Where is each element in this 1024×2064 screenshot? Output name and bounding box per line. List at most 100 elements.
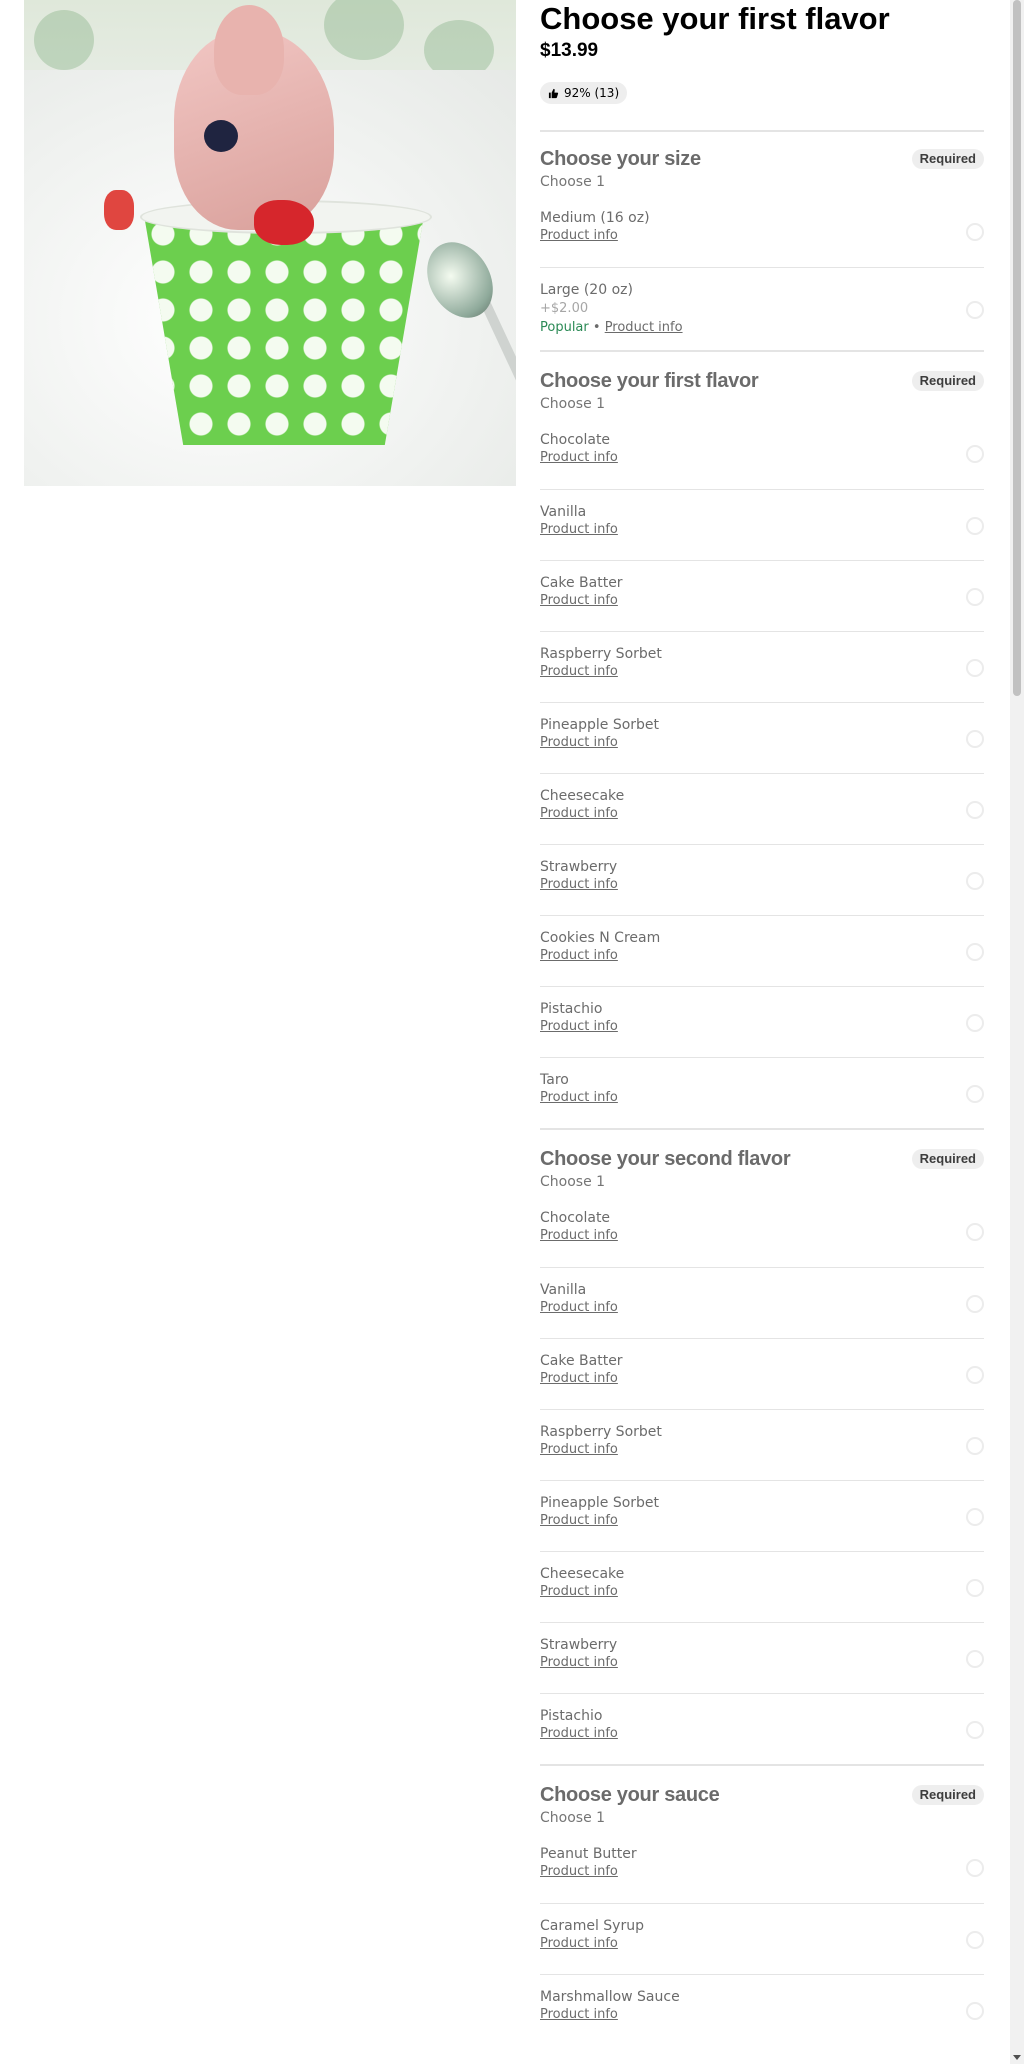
option-meta: Product info xyxy=(540,1654,984,1672)
radio-button[interactable] xyxy=(966,1507,984,1526)
radio-button[interactable] xyxy=(966,222,984,241)
option-meta: Product info xyxy=(540,1512,984,1530)
radio-button[interactable] xyxy=(966,800,984,819)
polka-dot-cup xyxy=(144,215,424,445)
option-name: Large (20 oz) xyxy=(540,282,633,298)
product-info-link[interactable]: Product info xyxy=(540,806,618,821)
popular-tag: Popular xyxy=(540,320,589,335)
product-info-link[interactable]: Product info xyxy=(605,320,683,335)
radio-button[interactable] xyxy=(966,1720,984,1739)
option-name: Taro xyxy=(540,1072,569,1088)
radio-button[interactable] xyxy=(966,942,984,961)
radio-button[interactable] xyxy=(966,1858,984,1877)
option-row[interactable]: Chocolate Product info xyxy=(540,1196,984,1267)
option-row[interactable]: Large (20 oz) +$2.00 Popular • Product inf… xyxy=(540,267,984,350)
background-bokeh xyxy=(34,10,94,70)
product-info-link[interactable]: Product info xyxy=(540,1300,618,1315)
option-row[interactable]: Cheesecake Product info xyxy=(540,1551,984,1622)
product-info-link[interactable]: Product info xyxy=(540,877,618,892)
section-subtitle: Choose 1 xyxy=(540,1174,606,1190)
product-price: $13.99 xyxy=(540,40,599,61)
option-name: Cake Batter xyxy=(540,1353,623,1369)
product-info-link[interactable]: Product info xyxy=(540,1864,618,1879)
product-info-link[interactable]: Product info xyxy=(540,228,618,243)
option-meta: Product info xyxy=(540,876,984,894)
product-info-link[interactable]: Product info xyxy=(540,522,618,537)
option-sections: Choose your size Required Choose 1 Medium (… xyxy=(540,130,984,2045)
radio-button[interactable] xyxy=(966,658,984,677)
option-meta: Product info xyxy=(540,2006,984,2024)
radio-button[interactable] xyxy=(966,1084,984,1103)
radio-button[interactable] xyxy=(966,300,984,319)
option-row[interactable]: Cookies N Cream Product info xyxy=(540,915,984,986)
radio-button[interactable] xyxy=(966,2001,984,2020)
product-info-link[interactable]: Product info xyxy=(540,2007,618,2022)
product-info-link[interactable]: Product info xyxy=(540,1090,618,1105)
section-header: Choose your size Required xyxy=(540,147,984,171)
option-row[interactable]: Taro Product info xyxy=(540,1057,984,1128)
option-name: Cookies N Cream xyxy=(540,930,661,946)
product-info-link[interactable]: Product info xyxy=(540,1936,618,1951)
option-row[interactable]: Cheesecake Product info xyxy=(540,773,984,844)
option-row[interactable]: Cake Batter Product info xyxy=(540,560,984,631)
radio-button[interactable] xyxy=(966,1294,984,1313)
option-row[interactable]: Raspberry Sorbet Product info xyxy=(540,631,984,702)
option-row[interactable]: Caramel Syrup Product info xyxy=(540,1903,984,1974)
radio-button[interactable] xyxy=(966,587,984,606)
radio-button[interactable] xyxy=(966,1930,984,1949)
product-info-link[interactable]: Product info xyxy=(540,450,618,465)
page-title: Choose your first flavor xyxy=(540,1,890,36)
product-info-link[interactable]: Product info xyxy=(540,593,618,608)
option-meta: Product info xyxy=(540,1018,984,1036)
option-row[interactable]: Strawberry Product info xyxy=(540,844,984,915)
option-row[interactable]: Chocolate Product info xyxy=(540,418,984,489)
scrollbar-thumb[interactable] xyxy=(1013,0,1021,696)
option-name: Marshmallow Sauce xyxy=(540,1989,680,2005)
option-name: Strawberry xyxy=(540,1637,618,1653)
option-row[interactable]: Pineapple Sorbet Product info xyxy=(540,702,984,773)
product-info-link[interactable]: Product info xyxy=(540,1584,618,1599)
option-row[interactable]: Peanut Butter Product info xyxy=(540,1832,984,1903)
radio-button[interactable] xyxy=(966,1222,984,1241)
radio-button[interactable] xyxy=(966,1578,984,1597)
product-info-link[interactable]: Product info xyxy=(540,664,618,679)
option-row[interactable]: Medium (16 oz) Product info xyxy=(540,196,984,267)
radio-button[interactable] xyxy=(966,871,984,890)
option-row[interactable]: Pistachio Product info xyxy=(540,1693,984,1764)
product-info-link[interactable]: Product info xyxy=(540,1513,618,1528)
radio-button[interactable] xyxy=(966,444,984,463)
scrollbar[interactable] xyxy=(1010,0,1024,2064)
radio-button[interactable] xyxy=(966,1649,984,1668)
product-image xyxy=(24,0,516,486)
product-info-link[interactable]: Product info xyxy=(540,948,618,963)
product-info-link[interactable]: Product info xyxy=(540,1228,618,1243)
product-info-link[interactable]: Product info xyxy=(540,1019,618,1034)
product-info-link[interactable]: Product info xyxy=(540,1726,618,1741)
option-row[interactable]: Pineapple Sorbet Product info xyxy=(540,1480,984,1551)
option-row[interactable]: Strawberry Product info xyxy=(540,1622,984,1693)
radio-button[interactable] xyxy=(966,516,984,535)
option-list: Peanut Butter Product info Caramel Syrup Pr… xyxy=(540,1832,984,2045)
product-info-link[interactable]: Product info xyxy=(540,735,618,750)
option-row[interactable]: Raspberry Sorbet Product info xyxy=(540,1409,984,1480)
scroll-down-arrow-icon[interactable] xyxy=(1013,2055,1021,2060)
product-info-link[interactable]: Product info xyxy=(540,1655,618,1670)
option-row[interactable]: Marshmallow Sauce Product info xyxy=(540,1974,984,2045)
option-name: Caramel Syrup xyxy=(540,1918,644,1934)
radio-button[interactable] xyxy=(966,729,984,748)
product-info-link[interactable]: Product info xyxy=(540,1371,618,1386)
option-row[interactable]: Vanilla Product info xyxy=(540,1267,984,1338)
option-meta: Product info xyxy=(540,1370,984,1388)
required-badge: Required xyxy=(911,1785,984,1805)
option-list: Medium (16 oz) Product info Large (20 oz) +… xyxy=(540,196,984,350)
option-meta: Product info xyxy=(540,1441,984,1459)
option-row[interactable]: Cake Batter Product info xyxy=(540,1338,984,1409)
option-row[interactable]: Vanilla Product info xyxy=(540,489,984,560)
option-meta: Product info xyxy=(540,1935,984,1953)
radio-button[interactable] xyxy=(966,1436,984,1455)
option-row[interactable]: Pistachio Product info xyxy=(540,986,984,1057)
radio-button[interactable] xyxy=(966,1013,984,1032)
product-info-link[interactable]: Product info xyxy=(540,1442,618,1457)
radio-button[interactable] xyxy=(966,1365,984,1384)
option-name: Cake Batter xyxy=(540,575,623,591)
